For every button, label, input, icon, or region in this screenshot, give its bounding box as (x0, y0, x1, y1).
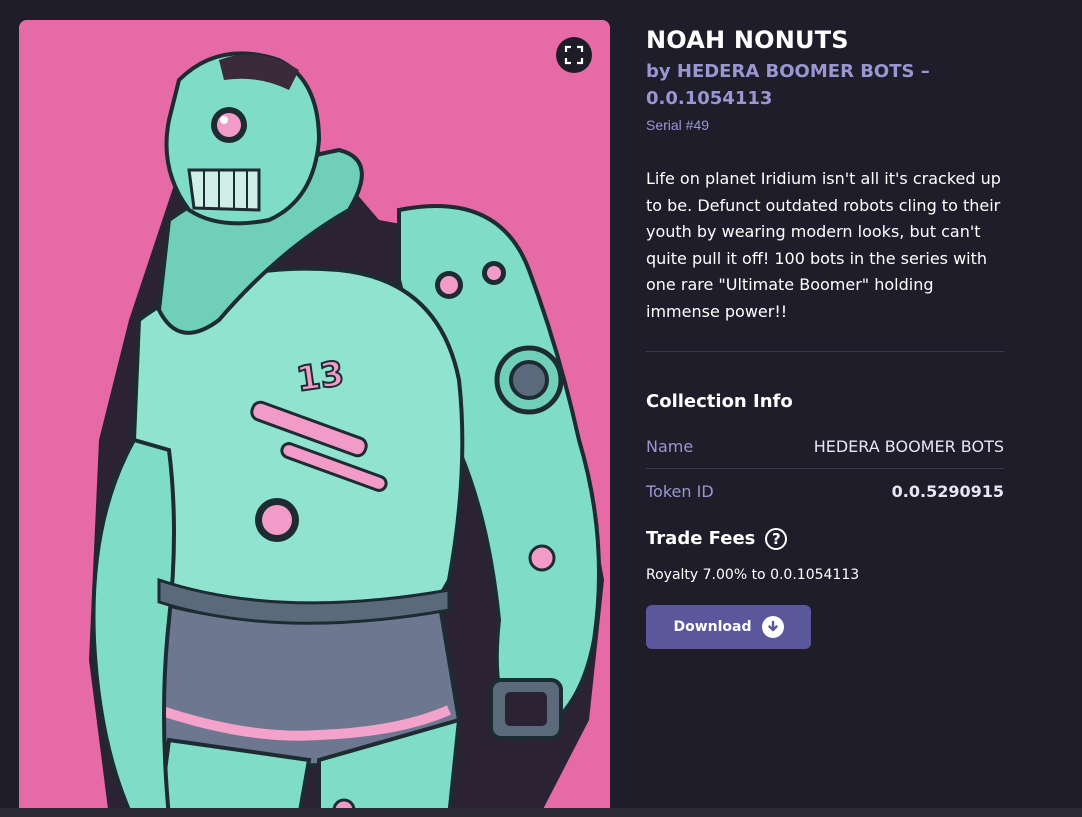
download-label: Download (673, 619, 752, 635)
collection-name-row: Name HEDERA BOOMER BOTS (646, 424, 1004, 469)
download-button[interactable]: Download (646, 605, 811, 649)
robot-artwork-image: 13 (19, 20, 610, 817)
nft-description: Life on planet Iridium isn't all it's cr… (646, 169, 1001, 321)
nft-title: NOAH NONUTS (646, 26, 849, 54)
royalty-text: Royalty 7.00% to 0.0.1054113 (646, 567, 860, 583)
token-id-label: Token ID (646, 481, 714, 501)
expand-button[interactable] (556, 37, 592, 73)
serial-number: Serial #49 (646, 117, 710, 133)
artwork-number: 13 (294, 354, 346, 400)
trade-fees-heading: Trade Fees (646, 528, 756, 549)
collection-info-heading: Collection Info (646, 391, 793, 412)
collection-name-label: Name (646, 436, 694, 456)
token-id-value[interactable]: 0.0.5290915 (892, 482, 1004, 501)
token-id-row: Token ID 0.0.5290915 (646, 469, 1004, 513)
trade-fees-heading-row: Trade Fees ? (646, 525, 1004, 553)
help-icon[interactable]: ? (765, 528, 788, 550)
collection-link[interactable]: by HEDERA BOOMER BOTS – 0.0.1054113 (646, 58, 1004, 112)
nft-details-panel: NOAH NONUTS by HEDERA BOOMER BOTS – 0.0.… (646, 24, 1004, 649)
collection-name-value[interactable]: HEDERA BOOMER BOTS (814, 437, 1004, 456)
expand-icon (564, 45, 584, 65)
bottom-scroll-edge (0, 808, 1082, 817)
nft-artwork[interactable]: 13 (19, 20, 610, 817)
download-icon (761, 616, 784, 638)
divider (646, 351, 1004, 352)
